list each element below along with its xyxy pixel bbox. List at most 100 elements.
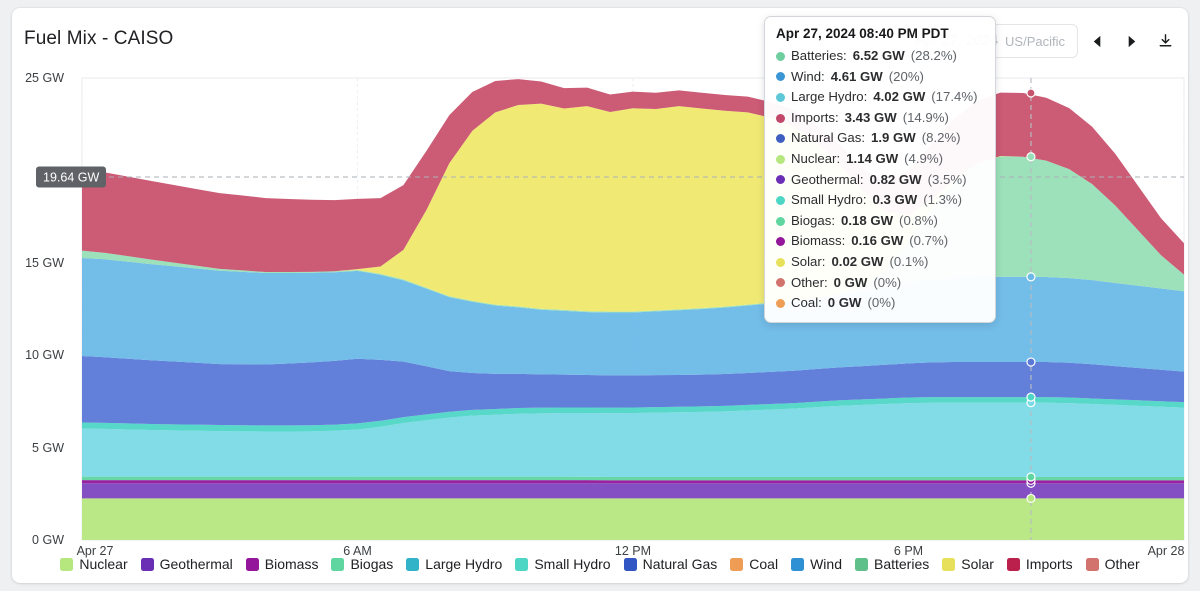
tooltip-percent: (17.4%) xyxy=(931,87,977,108)
legend-swatch xyxy=(1007,558,1020,571)
legend-label: Natural Gas xyxy=(643,556,718,572)
legend-item-solar[interactable]: Solar xyxy=(942,556,994,572)
tooltip-row: Biogas:0.18 GW(0.8%) xyxy=(776,211,984,232)
tooltip-color-dot xyxy=(776,114,785,123)
tooltip-label: Nuclear: xyxy=(791,149,840,170)
legend-swatch xyxy=(942,558,955,571)
legend-label: Geothermal xyxy=(160,556,233,572)
stacked-area-chart[interactable] xyxy=(12,70,1188,562)
tooltip-value: 0 GW xyxy=(828,293,862,314)
tooltip-row: Geothermal: 0.82 GW (3.5%) xyxy=(776,170,984,191)
tooltip-color-dot xyxy=(776,175,785,184)
tooltip-value: 4.61 GW xyxy=(831,67,883,88)
tooltip-row: Nuclear:1.14 GW(4.9%) xyxy=(776,149,984,170)
legend-label: Wind xyxy=(810,556,842,572)
tooltip-title: Apr 27, 2024 08:40 PM PDT xyxy=(776,26,984,41)
crosshair-marker xyxy=(1027,393,1035,401)
legend-label: Other xyxy=(1105,556,1140,572)
legend-label: Coal xyxy=(749,556,778,572)
tooltip-value: 6.52 GW xyxy=(853,46,905,67)
crosshair-marker xyxy=(1027,153,1035,161)
tooltip-percent: (1.3%) xyxy=(923,190,962,211)
legend-swatch xyxy=(855,558,868,571)
tooltip-percent: (0.7%) xyxy=(909,231,948,252)
tooltip-percent: (8.2%) xyxy=(922,128,961,149)
chart-card: Fuel Mix - CAISO Apr 27, 2024 US/Pacific xyxy=(12,8,1188,583)
crosshair-marker xyxy=(1027,89,1035,97)
tooltip-color-dot xyxy=(776,72,785,81)
tooltip-value: 3.43 GW xyxy=(845,108,897,129)
crosshair-marker xyxy=(1027,358,1035,366)
legend-label: Biomass xyxy=(265,556,319,572)
tooltip-percent: (14.9%) xyxy=(903,108,949,129)
legend-swatch xyxy=(1086,558,1099,571)
tooltip-percent: (28.2%) xyxy=(911,46,957,67)
legend-swatch xyxy=(730,558,743,571)
legend-item-biomass[interactable]: Biomass xyxy=(246,556,319,572)
tooltip-color-dot xyxy=(776,52,785,61)
area-series-biogas[interactable] xyxy=(82,477,1184,481)
tooltip-color-dot xyxy=(776,258,785,267)
tooltip-percent: (4.9%) xyxy=(904,149,943,170)
tooltip-row: Large Hydro:4.02 GW(17.4%) xyxy=(776,87,984,108)
crosshair-marker xyxy=(1027,473,1035,481)
legend-label: Nuclear xyxy=(79,556,127,572)
tooltip-label: Other: xyxy=(791,273,828,294)
tooltip-percent: (3.5%) xyxy=(928,170,967,191)
next-day-button[interactable] xyxy=(1116,26,1146,56)
page-title: Fuel Mix - CAISO xyxy=(24,28,173,50)
legend-item-natural-gas[interactable]: Natural Gas xyxy=(624,556,718,572)
timezone-label: US/Pacific xyxy=(1005,34,1065,49)
tooltip-row: Imports: 3.43 GW (14.9%) xyxy=(776,108,984,129)
triangle-right-icon xyxy=(1124,34,1139,49)
legend-item-other[interactable]: Other xyxy=(1086,556,1140,572)
chart-legend: Nuclear Geothermal Biomass Biogas Large Hydr… xyxy=(12,551,1188,577)
tooltip-color-dot xyxy=(776,299,785,308)
tooltip-label: Imports: xyxy=(791,108,839,129)
legend-item-biogas[interactable]: Biogas xyxy=(331,556,393,572)
download-button[interactable] xyxy=(1150,26,1180,56)
plot-area: 0 GW5 GW10 GW15 GW25 GW 19.64 GW Apr 276… xyxy=(12,70,1188,555)
tooltip-row: Wind:4.61 GW(20%) xyxy=(776,67,984,88)
legend-item-nuclear[interactable]: Nuclear xyxy=(60,556,127,572)
area-series-geothermal[interactable] xyxy=(82,483,1184,498)
legend-item-wind[interactable]: Wind xyxy=(791,556,842,572)
tooltip-percent: (0%) xyxy=(868,293,896,314)
tooltip-row: Biomass: 0.16 GW (0.7%) xyxy=(776,231,984,252)
tooltip-label: Geothermal: xyxy=(791,170,864,191)
tooltip-label: Batteries: xyxy=(791,46,847,67)
tooltip-color-dot xyxy=(776,134,785,143)
legend-item-small-hydro[interactable]: Small Hydro xyxy=(515,556,610,572)
legend-item-imports[interactable]: Imports xyxy=(1007,556,1073,572)
tooltip-percent: (0.8%) xyxy=(899,211,938,232)
tooltip-value: 0.82 GW xyxy=(870,170,922,191)
legend-swatch xyxy=(141,558,154,571)
legend-label: Imports xyxy=(1026,556,1073,572)
legend-swatch xyxy=(515,558,528,571)
tooltip-percent: (0%) xyxy=(873,273,901,294)
download-icon xyxy=(1157,33,1174,50)
prev-day-button[interactable] xyxy=(1082,26,1112,56)
tooltip-row: Other:0 GW(0%) xyxy=(776,273,984,294)
tooltip-label: Biomass: xyxy=(791,231,845,252)
area-series-biomass[interactable] xyxy=(82,480,1184,483)
tooltip-color-dot xyxy=(776,278,785,287)
tooltip-label: Solar: xyxy=(791,252,825,273)
legend-label: Solar xyxy=(961,556,994,572)
tooltip-value: 4.02 GW xyxy=(873,87,925,108)
tooltip-row: Batteries: 6.52 GW (28.2%) xyxy=(776,46,984,67)
legend-item-geothermal[interactable]: Geothermal xyxy=(141,556,233,572)
tooltip-label: Coal: xyxy=(791,293,822,314)
legend-label: Large Hydro xyxy=(425,556,502,572)
legend-item-batteries[interactable]: Batteries xyxy=(855,556,929,572)
legend-item-large-hydro[interactable]: Large Hydro xyxy=(406,556,502,572)
fuel-mix-app: Fuel Mix - CAISO Apr 27, 2024 US/Pacific xyxy=(0,0,1200,591)
legend-label: Batteries xyxy=(874,556,929,572)
tooltip-color-dot xyxy=(776,217,785,226)
legend-label: Biogas xyxy=(350,556,393,572)
legend-swatch xyxy=(246,558,259,571)
tooltip-row: Solar:0.02 GW(0.1%) xyxy=(776,252,984,273)
area-series-nuclear[interactable] xyxy=(82,498,1184,540)
legend-item-coal[interactable]: Coal xyxy=(730,556,778,572)
tooltip-value: 0.16 GW xyxy=(851,231,903,252)
